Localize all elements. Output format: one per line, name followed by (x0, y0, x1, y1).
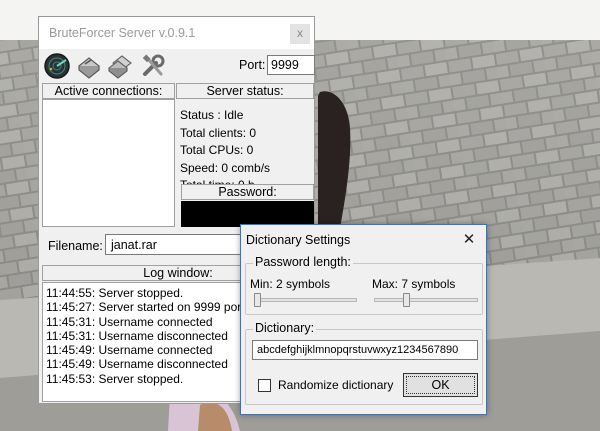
min-length-label: Min: 2 symbols (250, 277, 331, 291)
close-button[interactable]: x (290, 24, 310, 44)
ok-button[interactable]: OK (403, 373, 478, 397)
port-label: Port: (239, 58, 266, 72)
dictionary-label: Dictionary: (253, 321, 317, 335)
password-header: Password: (181, 184, 314, 200)
server-status-header: Server status: (176, 83, 314, 99)
radar-icon[interactable] (43, 52, 71, 80)
tools-icon[interactable] (139, 52, 167, 80)
max-length-label: Max: 7 symbols (372, 277, 456, 291)
max-length-slider-thumb[interactable] (403, 293, 410, 307)
dialog-title: Dictionary Settings (246, 233, 351, 247)
status-line: Total CPUs: 0 (180, 143, 254, 157)
disk-icon[interactable] (75, 52, 103, 80)
disks-icon[interactable] (107, 52, 135, 80)
port-input[interactable]: 9999 (267, 55, 315, 75)
randomize-checkbox[interactable] (258, 379, 271, 392)
password-length-label: Password length: (253, 255, 353, 269)
status-line: Total clients: 0 (180, 125, 257, 140)
status-line: Status : Idle (180, 108, 244, 122)
dictionary-input[interactable]: abcdefghijklmnopqrstuvwxyz1234567890 (252, 340, 478, 360)
randomize-label: Randomize dictionary (278, 378, 394, 392)
min-length-slider-track[interactable] (255, 298, 357, 302)
server-status-panel: Status : Idle Total clients: 0 Total CPU… (176, 99, 314, 187)
status-line: Speed: 0 comb/s (180, 160, 271, 175)
max-length-slider-track[interactable] (374, 298, 478, 302)
password-length-group: Password length: Min: 2 symbols Max: 7 s… (245, 255, 483, 315)
dictionary-settings-dialog: Dictionary Settings ✕ Password length: M… (240, 224, 487, 415)
close-icon[interactable]: ✕ (458, 229, 480, 251)
min-length-slider-thumb[interactable] (254, 293, 261, 307)
filename-label: Filename: (48, 239, 103, 253)
window-title: BruteForcer Server v.0.9.1 (39, 17, 314, 49)
active-connections-list[interactable] (42, 99, 175, 227)
active-connections-header: Active connections: (42, 83, 175, 99)
dictionary-group: Dictionary: abcdefghijklmnopqrstuvwxyz12… (245, 321, 483, 405)
